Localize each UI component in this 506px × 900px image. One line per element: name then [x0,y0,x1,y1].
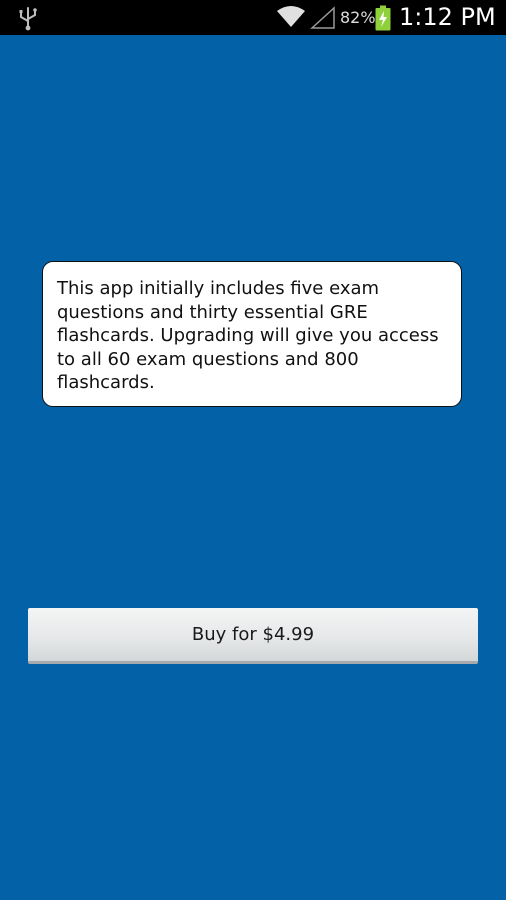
wifi-icon [277,6,305,27]
upgrade-info-text: This app initially includes five exam qu… [57,278,439,393]
status-bar: 82% 1:12 PM [0,0,506,35]
battery-percentage: 82% [340,8,376,27]
signal-icon [310,6,335,29]
usb-icon [19,7,37,31]
battery-charging-icon [375,5,391,31]
upgrade-info-card: This app initially includes five exam qu… [42,261,462,407]
buy-button[interactable]: Buy for $4.99 [28,608,478,664]
clock: 1:12 PM [399,3,496,31]
buy-button-label: Buy for $4.99 [191,624,315,645]
